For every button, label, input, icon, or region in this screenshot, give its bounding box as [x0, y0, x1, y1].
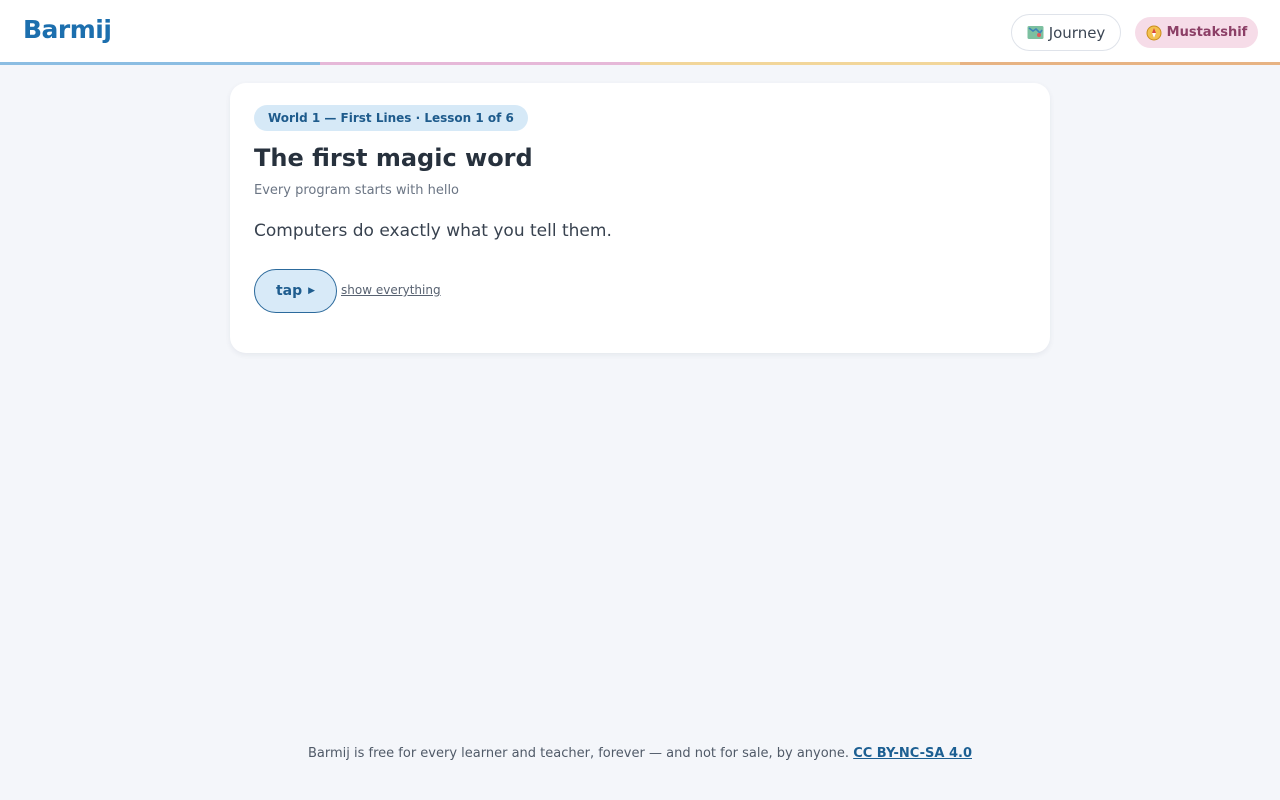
header-stripe-orange	[960, 62, 1280, 65]
header-stripe-blue	[0, 62, 320, 65]
journey-label: Journey	[1048, 23, 1106, 42]
logo[interactable]: Barmij	[23, 15, 112, 44]
lesson-breadcrumb: World 1 — First Lines · Lesson 1 of 6	[254, 105, 528, 131]
footer: Barmij is free for every learner and tea…	[0, 746, 1280, 761]
show-everything-link[interactable]: show everything	[341, 283, 441, 297]
tap-label: tap	[275, 283, 303, 299]
user-name: Mustakshif	[1166, 25, 1248, 40]
lesson-card: World 1 — First Lines · Lesson 1 of 6 Th…	[230, 83, 1050, 353]
tap-button[interactable]: tap ▶	[254, 269, 337, 313]
lesson-title: The first magic word	[254, 144, 533, 172]
user-profile-button[interactable]: Mustakshif	[1135, 17, 1258, 48]
map-icon	[1027, 25, 1044, 40]
play-triangle-icon: ▶	[308, 286, 316, 296]
footer-text: Barmij is free for every learner and tea…	[308, 746, 850, 761]
header-stripe-pink	[320, 62, 640, 65]
license-link[interactable]: CC BY-NC-SA 4.0	[853, 746, 972, 761]
compass-icon	[1146, 25, 1162, 41]
lesson-body: Computers do exactly what you tell them.	[254, 221, 612, 241]
lesson-subtitle: Every program starts with hello	[254, 183, 460, 198]
header-stripe-yellow	[640, 62, 960, 65]
top-bar: Barmij Journey Mustakshif	[0, 0, 1280, 62]
journey-button[interactable]: Journey	[1011, 14, 1121, 51]
